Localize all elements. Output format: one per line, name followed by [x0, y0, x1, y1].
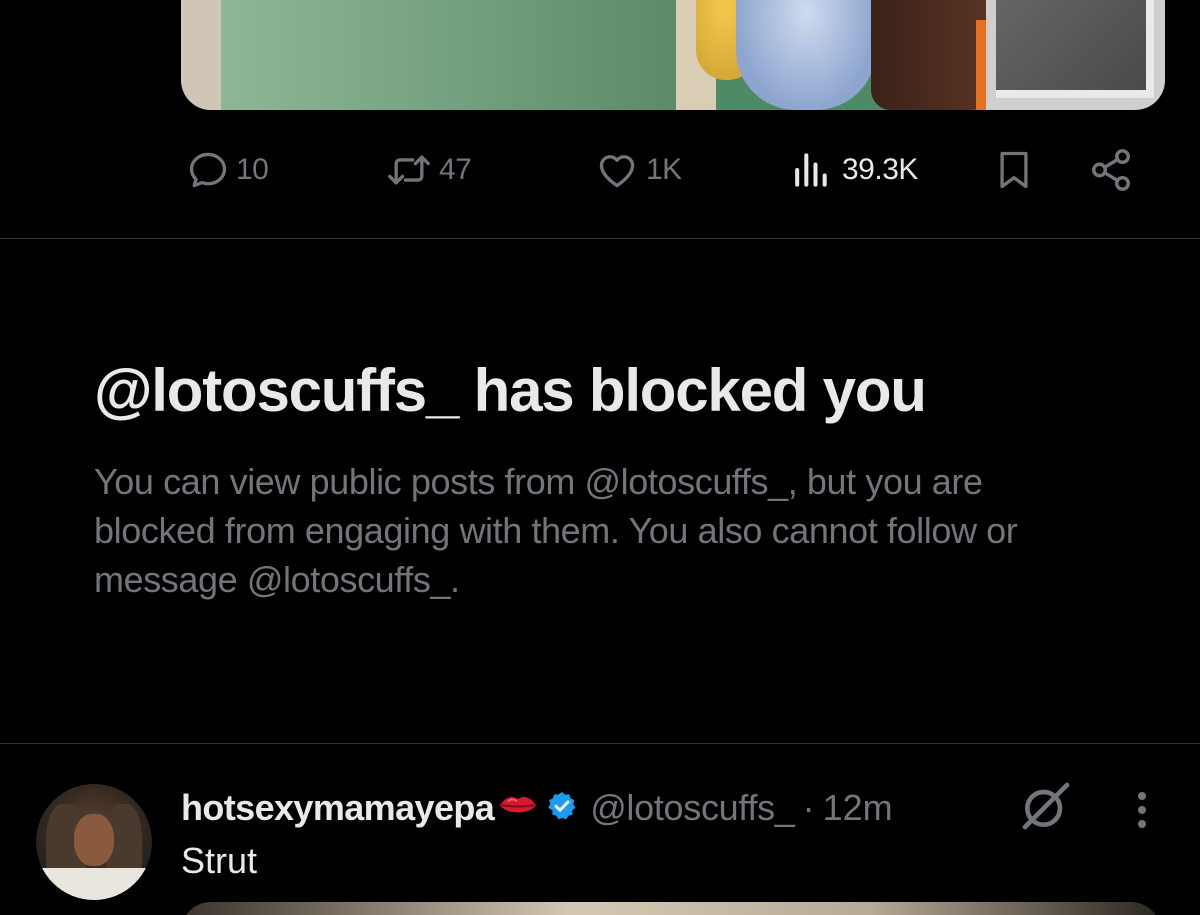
repost-icon: [385, 148, 433, 192]
post-time[interactable]: 12m: [823, 787, 893, 829]
page: 10 47 1K 39.3K @lotoscuffs_ has blocked …: [0, 0, 1200, 915]
handle[interactable]: @lotoscuffs_: [590, 787, 795, 829]
lips-emoji: [498, 791, 538, 826]
grok-icon[interactable]: [1018, 778, 1074, 839]
blocked-notice-body: You can view public posts from @lotoscuf…: [94, 461, 1018, 600]
verified-badge-icon[interactable]: [546, 790, 578, 827]
view-count: 39.3K: [842, 153, 918, 186]
separator-dot: ·: [802, 787, 815, 828]
post-action-bar: 10 47 1K 39.3K: [0, 140, 1200, 200]
like-button[interactable]: 1K: [594, 140, 682, 200]
divider: [0, 238, 1200, 239]
reply-button[interactable]: 10: [186, 140, 269, 200]
display-name[interactable]: hotsexymamayepa: [181, 787, 495, 829]
post-header: hotsexymamayepa @lotoscuffs_ · 12m: [181, 786, 893, 830]
share-icon: [1088, 147, 1134, 193]
bookmark-button[interactable]: [994, 140, 1034, 200]
like-icon: [594, 148, 640, 192]
blocked-notice-title: @lotoscuffs_ has blocked you: [94, 357, 927, 424]
views-icon: [790, 148, 830, 192]
avatar[interactable]: [36, 784, 152, 900]
reply-count: 10: [236, 153, 269, 186]
views-button[interactable]: 39.3K: [790, 140, 918, 200]
post-media-image[interactable]: [181, 902, 1161, 915]
more-icon[interactable]: [1132, 790, 1152, 835]
repost-button[interactable]: 47: [385, 140, 472, 200]
post-text: Strut: [181, 840, 258, 881]
post-media-image[interactable]: [181, 0, 1165, 110]
bookmark-icon: [994, 148, 1034, 192]
reply-icon: [186, 148, 230, 192]
like-count: 1K: [646, 153, 682, 186]
repost-count: 47: [439, 153, 472, 186]
share-button[interactable]: [1088, 140, 1134, 200]
